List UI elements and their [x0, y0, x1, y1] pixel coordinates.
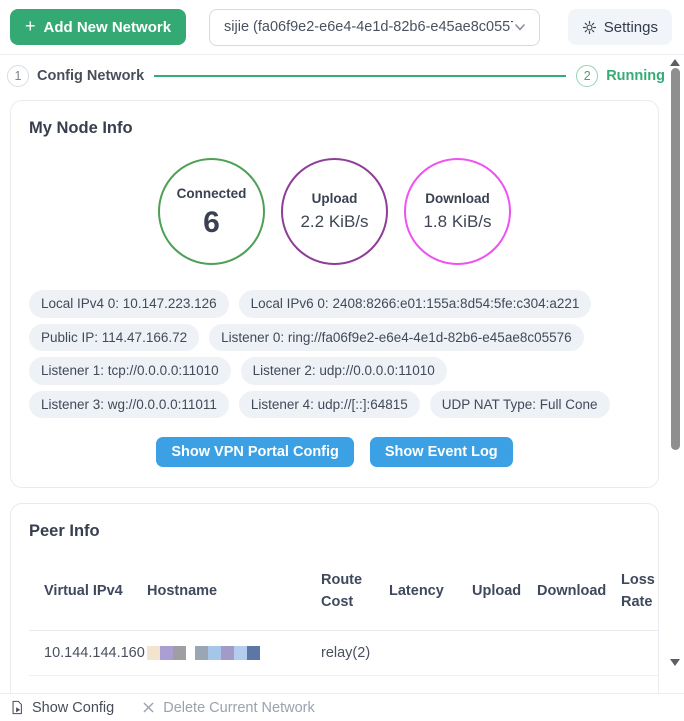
delete-current-network-label: Delete Current Network — [163, 700, 315, 716]
peer-upload — [457, 630, 522, 675]
show-vpn-portal-config-button[interactable]: Show VPN Portal Config — [156, 437, 354, 467]
step-1-circle: 1 — [7, 65, 29, 87]
tag-public-ip: Public IP: 114.47.166.72 — [29, 324, 199, 352]
gear-icon — [582, 20, 597, 35]
my-node-info-card: My Node Info Connected 6 Upload 2.2 KiB/… — [10, 100, 659, 488]
add-new-network-label: Add New Network — [44, 19, 172, 36]
upload-gauge: Upload 2.2 KiB/s — [281, 158, 388, 265]
peer-hostname-redacted — [132, 630, 306, 675]
peer-route-cost: p2p — [306, 675, 374, 693]
download-gauge: Download 1.8 KiB/s — [404, 158, 511, 265]
step-2-label: Running — [606, 68, 665, 84]
top-toolbar: + Add New Network sijie (fa06f9e2-e6e4-4… — [0, 0, 684, 55]
file-play-icon — [10, 700, 24, 715]
delete-current-network-button[interactable]: Delete Current Network — [142, 700, 315, 716]
col-route-cost: Route Cost — [306, 551, 374, 630]
tag-listener-2: Listener 2: udp://0.0.0.0:11010 — [241, 357, 447, 385]
peer-loss-rate: 0% — [606, 675, 659, 693]
step-running[interactable]: 2 Running — [576, 65, 665, 87]
col-loss-rate: Loss Rate — [606, 551, 659, 630]
peer-latency: 42.812ms — [374, 675, 457, 693]
peer-table-header-row: Virtual IPv4 Hostname Route Cost Latency… — [29, 551, 659, 630]
footer-toolbar: Show Config Delete Current Network — [0, 693, 684, 721]
peer-info-card: Peer Info Virtual IPv4 Hostname Route Co… — [10, 503, 659, 693]
peer-info-title: Peer Info — [29, 522, 640, 541]
col-hostname: Hostname — [132, 551, 306, 630]
col-latency: Latency — [374, 551, 457, 630]
step-config-network[interactable]: 1 Config Network — [7, 65, 144, 87]
add-new-network-button[interactable]: + Add New Network — [10, 9, 186, 45]
peer-download: 57.7 KiB — [522, 675, 606, 693]
peer-download — [522, 630, 606, 675]
tag-listener-1: Listener 1: tcp://0.0.0.0:11010 — [29, 357, 231, 385]
peer-table: Virtual IPv4 Hostname Route Cost Latency… — [29, 551, 659, 693]
tag-local-ipv4: Local IPv4 0: 10.147.223.126 — [29, 290, 229, 318]
settings-button[interactable]: Settings — [568, 9, 672, 45]
tag-listener-0: Listener 0: ring://fa06f9e2-e6e4-4e1d-82… — [209, 324, 584, 352]
peer-virtual-ipv4: 10.144.144.160 — [29, 630, 132, 675]
connected-gauge-value: 6 — [203, 208, 220, 238]
node-gauges: Connected 6 Upload 2.2 KiB/s Download 1.… — [29, 158, 640, 265]
connected-gauge-label: Connected — [177, 186, 247, 201]
tag-listener-3: Listener 3: wg://0.0.0.0:11011 — [29, 391, 229, 419]
network-select-value: sijie (fa06f9e2-e6e4-4e1d-82b6-e45ae8c05… — [224, 19, 513, 35]
peer-hostname: iZbp1e26yt6uz7cn5opiy2Z — [132, 675, 306, 693]
main-content: 1 Config Network 2 Running My Node Info … — [0, 55, 684, 693]
show-config-label: Show Config — [32, 700, 114, 716]
col-upload: Upload — [457, 551, 522, 630]
plus-icon: + — [25, 17, 36, 35]
chevron-down-icon — [513, 20, 527, 34]
show-event-log-button[interactable]: Show Event Log — [370, 437, 513, 467]
peer-upload: 213.2 B/s — [457, 675, 522, 693]
scrollbar-thumb[interactable] — [671, 68, 680, 450]
peer-table-row: 10.144.144.160 relay(2) — [29, 630, 659, 675]
peer-latency — [374, 630, 457, 675]
tag-local-ipv6: Local IPv6 0: 2408:8266:e01:155a:8d54:5f… — [239, 290, 592, 318]
download-gauge-label: Download — [425, 191, 490, 206]
show-config-button[interactable]: Show Config — [10, 700, 114, 716]
tag-udp-nat-type: UDP NAT Type: Full Cone — [430, 391, 610, 419]
node-info-tags: Local IPv4 0: 10.147.223.126 Local IPv6 … — [29, 290, 640, 418]
vertical-scrollbar — [667, 56, 684, 670]
scroll-up-arrow-icon[interactable] — [670, 59, 680, 66]
step-2-circle: 2 — [576, 65, 598, 87]
connected-gauge: Connected 6 — [158, 158, 265, 265]
tag-listener-4: Listener 4: udp://[::]:64815 — [239, 391, 420, 419]
col-virtual-ipv4: Virtual IPv4 — [29, 551, 132, 630]
network-select[interactable]: sijie (fa06f9e2-e6e4-4e1d-82b6-e45ae8c05… — [209, 9, 540, 46]
node-info-actions: Show VPN Portal Config Show Event Log — [29, 437, 640, 467]
step-1-label: Config Network — [37, 68, 144, 84]
peer-route-cost: relay(2) — [306, 630, 374, 675]
download-gauge-value: 1.8 KiB/s — [423, 213, 491, 232]
col-download: Download — [522, 551, 606, 630]
peer-loss-rate — [606, 630, 659, 675]
peer-table-row: 10.144.144.55 iZbp1e26yt6uz7cn5opiy2Z p2… — [29, 675, 659, 693]
stepper: 1 Config Network 2 Running — [5, 58, 667, 94]
upload-gauge-label: Upload — [312, 191, 358, 206]
node-info-title: My Node Info — [29, 119, 640, 138]
stepper-connector-line — [154, 75, 566, 77]
scroll-down-arrow-icon[interactable] — [670, 659, 680, 666]
close-icon — [142, 701, 155, 714]
upload-gauge-value: 2.2 KiB/s — [300, 213, 368, 232]
peer-virtual-ipv4: 10.144.144.55 — [29, 675, 132, 693]
settings-label: Settings — [604, 19, 658, 36]
